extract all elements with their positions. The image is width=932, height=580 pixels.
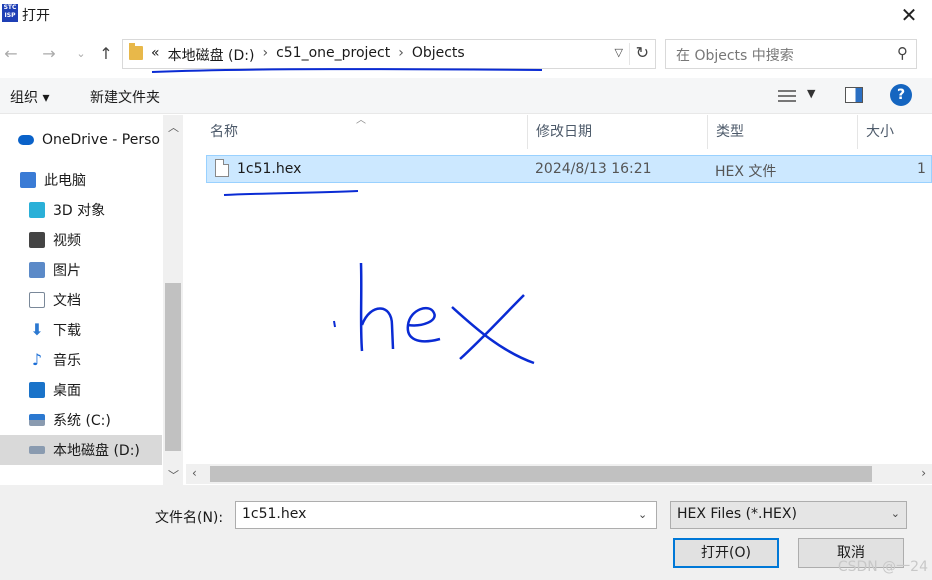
sidebar-item-pictures[interactable]: 图片 — [0, 255, 162, 285]
arrow-up-icon: ↑ — [99, 43, 113, 63]
sidebar-item-3d-objects[interactable]: 3D 对象 — [0, 195, 162, 225]
sidebar-item-downloads[interactable]: ⬇ 下载 — [0, 315, 162, 345]
music-icon: ♪ — [31, 350, 43, 369]
arrow-left-icon: ← — [4, 43, 18, 63]
computer-icon — [20, 172, 36, 188]
video-icon — [29, 232, 45, 248]
sidebar-item-music[interactable]: ♪ 音乐 — [0, 345, 162, 375]
filename-input[interactable]: 1c51.hex — [235, 501, 657, 529]
sidebar-item-label: 下载 — [53, 323, 81, 339]
breadcrumb-item[interactable]: 本地磁盘 (D:) — [168, 45, 255, 65]
file-list: ︿ 名称 修改日期 类型 大小 1c51.hex 2024/8/13 16:21… — [186, 115, 932, 485]
filename-label: 文件名(N): — [155, 510, 224, 526]
onedrive-icon — [18, 135, 34, 145]
view-dropdown-icon[interactable]: ▼ — [807, 87, 815, 100]
search-icon[interactable]: ⚲ — [897, 44, 908, 62]
ink-underline-address — [151, 68, 543, 73]
navigation-pane: OneDrive - Perso 此电脑 3D 对象 视频 图片 文档 ⬇ 下载… — [0, 115, 183, 485]
documents-icon — [29, 292, 45, 308]
breadcrumb-overflow[interactable]: « — [151, 45, 160, 65]
new-folder-button[interactable]: 新建文件夹 — [90, 87, 160, 107]
filetype-value: HEX Files (*.HEX) — [677, 506, 797, 522]
view-options-icon[interactable] — [778, 87, 796, 103]
search-input[interactable]: 在 Objects 中搜索 — [676, 45, 794, 65]
sidebar-item-documents[interactable]: 文档 — [0, 285, 162, 315]
filetype-select[interactable]: HEX Files (*.HEX) ⌄ — [670, 501, 907, 529]
horizontal-scroll-thumb[interactable] — [210, 466, 872, 482]
column-header-modified[interactable]: 修改日期 — [528, 115, 708, 149]
sidebar-item-label: 文档 — [53, 293, 81, 309]
forward-button[interactable]: → — [38, 42, 60, 64]
column-header-type[interactable]: 类型 — [708, 115, 858, 149]
chevron-right-icon[interactable]: › — [398, 45, 404, 65]
close-icon: ✕ — [900, 3, 918, 27]
arrow-right-icon: → — [42, 43, 56, 63]
drive-c-icon — [29, 414, 45, 426]
title-bar: STC ISP 打开 ✕ — [0, 0, 932, 30]
window-title: 打开 — [22, 8, 50, 24]
sidebar-item-desktop[interactable]: 桌面 — [0, 375, 162, 405]
preview-pane-icon[interactable] — [845, 87, 863, 103]
desktop-icon — [29, 382, 45, 398]
chevron-down-icon: ⌄ — [890, 507, 900, 520]
sidebar-item-label: 本地磁盘 (D:) — [53, 443, 140, 459]
sidebar-item-label: 视频 — [53, 233, 81, 249]
sidebar-scrollbar[interactable]: ︿ ﹀ — [163, 115, 183, 485]
sidebar-item-onedrive[interactable]: OneDrive - Perso — [0, 125, 162, 155]
breadcrumb-item[interactable]: Objects — [412, 45, 465, 65]
downloads-icon: ⬇ — [30, 320, 44, 339]
sidebar-item-drive-d[interactable]: 本地磁盘 (D:) — [0, 435, 162, 465]
organize-button[interactable]: 组织 ▾ — [10, 87, 49, 107]
chevron-right-icon[interactable]: › — [262, 45, 268, 65]
dialog-footer: 文件名(N): 1c51.hex ⌄ HEX Files (*.HEX) ⌄ 打… — [0, 485, 932, 580]
sidebar-item-label: 音乐 — [53, 353, 81, 369]
sidebar-item-this-pc[interactable]: 此电脑 — [0, 165, 162, 195]
breadcrumb: « 本地磁盘 (D:) › c51_one_project › Objects — [151, 45, 465, 65]
scroll-left-icon[interactable]: ‹ — [192, 466, 197, 480]
refresh-icon[interactable]: ↻ — [628, 43, 649, 65]
sidebar-item-label: OneDrive - Perso — [42, 132, 160, 148]
close-button[interactable]: ✕ — [886, 0, 932, 30]
search-box[interactable]: 在 Objects 中搜索 ⚲ — [665, 39, 917, 69]
back-button[interactable]: ← — [0, 42, 22, 64]
watermark: CSDN @一24 — [837, 559, 928, 575]
sidebar-item-drive-c[interactable]: 系统 (C:) — [0, 405, 162, 435]
help-icon[interactable]: ? — [890, 84, 912, 106]
sidebar-item-label: 此电脑 — [44, 173, 86, 189]
sidebar-item-label: 3D 对象 — [53, 203, 106, 219]
app-icon: STC ISP — [2, 4, 18, 22]
handwritten-annotation — [223, 190, 535, 365]
sidebar-scroll-thumb[interactable] — [165, 283, 181, 451]
sidebar-item-videos[interactable]: 视频 — [0, 225, 162, 255]
sidebar-item-label: 桌面 — [53, 383, 81, 399]
chevron-down-icon: ⌄ — [76, 46, 86, 60]
drive-d-icon — [29, 446, 45, 454]
scroll-right-icon[interactable]: › — [921, 466, 926, 480]
recent-locations-button[interactable]: ⌄ — [70, 42, 92, 64]
column-header-size[interactable]: 大小 — [858, 115, 932, 149]
pictures-icon — [29, 262, 45, 278]
open-button[interactable]: 打开(O) — [673, 538, 779, 568]
sidebar-item-label: 图片 — [53, 263, 81, 279]
toolbar: 组织 ▾ 新建文件夹 ▼ ? — [0, 78, 932, 114]
up-button[interactable]: ↑ — [95, 42, 117, 64]
horizontal-scrollbar[interactable]: ‹ › — [186, 464, 932, 484]
filename-dropdown-icon[interactable]: ⌄ — [638, 508, 647, 521]
breadcrumb-item[interactable]: c51_one_project — [276, 45, 390, 65]
3d-objects-icon — [29, 202, 45, 218]
scroll-up-icon[interactable]: ︿ — [168, 119, 179, 135]
sidebar-item-label: 系统 (C:) — [53, 413, 111, 429]
scroll-down-icon[interactable]: ﹀ — [168, 467, 179, 483]
folder-icon — [129, 43, 143, 60]
address-dropdown-icon[interactable]: ▽ — [615, 46, 623, 59]
column-header-name[interactable]: 名称 — [202, 115, 528, 149]
